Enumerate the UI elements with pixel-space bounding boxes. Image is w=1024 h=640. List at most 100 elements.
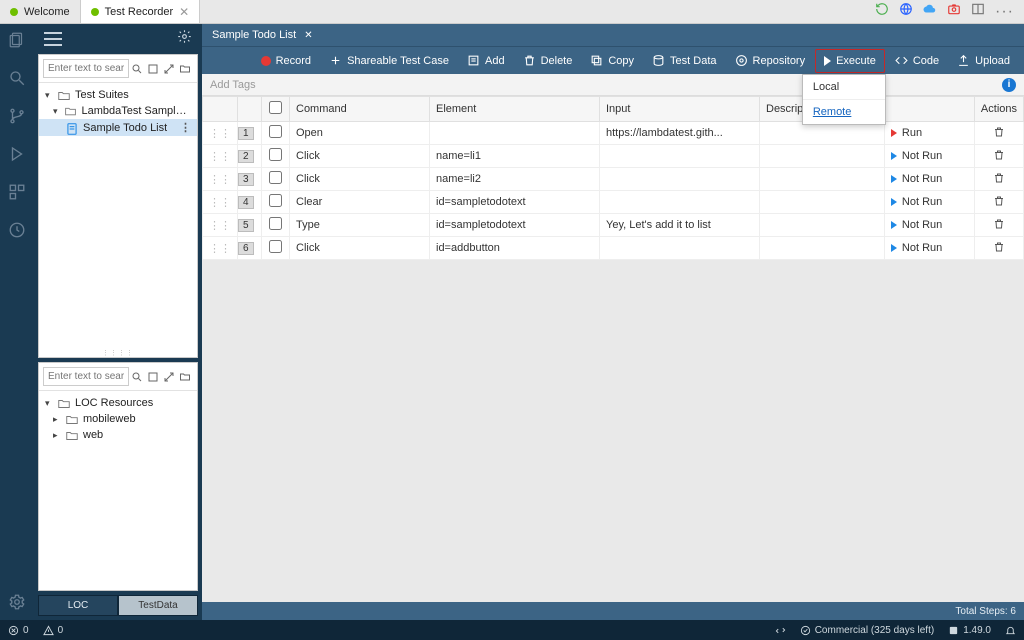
repository-button[interactable]: Repository bbox=[727, 49, 814, 72]
extensions-icon[interactable] bbox=[7, 182, 27, 202]
row-checkbox[interactable] bbox=[269, 194, 282, 207]
status-errors[interactable]: 0 bbox=[8, 625, 29, 636]
row-delete[interactable] bbox=[974, 237, 1023, 260]
col-command[interactable]: Command bbox=[290, 97, 430, 122]
resize-gripper[interactable]: ⋮⋮⋮⋮ bbox=[39, 349, 197, 357]
tree-node-sample-todo[interactable]: Sample Todo List⋮ bbox=[39, 119, 197, 136]
cell-input[interactable] bbox=[600, 168, 760, 191]
row-delete[interactable] bbox=[974, 145, 1023, 168]
row-delete[interactable] bbox=[974, 214, 1023, 237]
cell-command[interactable]: Type bbox=[290, 214, 430, 237]
close-icon[interactable]: ✕ bbox=[304, 30, 312, 41]
cell-element[interactable]: id=addbutton bbox=[430, 237, 600, 260]
row-checkbox[interactable] bbox=[269, 217, 282, 230]
cell-element[interactable]: id=sampletodotext bbox=[430, 214, 600, 237]
play-icon[interactable] bbox=[891, 152, 897, 160]
tab-welcome[interactable]: Welcome bbox=[0, 0, 81, 23]
cell-element[interactable]: name=li2 bbox=[430, 168, 600, 191]
run-icon[interactable] bbox=[7, 144, 27, 164]
resources-search-input[interactable] bbox=[43, 367, 129, 386]
tab-test-recorder[interactable]: Test Recorder ✕ bbox=[81, 0, 201, 23]
globe-icon[interactable] bbox=[899, 2, 913, 21]
tree-node-suite[interactable]: ▾LambdaTest Sample T... bbox=[39, 103, 197, 119]
row-checkbox[interactable] bbox=[269, 125, 282, 138]
play-icon[interactable] bbox=[891, 244, 897, 252]
cell-command[interactable]: Click bbox=[290, 168, 430, 191]
folder-icon[interactable] bbox=[179, 370, 193, 384]
add-button[interactable]: Add bbox=[459, 49, 513, 72]
execute-button[interactable]: Execute Local Remote bbox=[815, 49, 885, 73]
row-delete[interactable] bbox=[974, 191, 1023, 214]
status-license[interactable]: Commercial (325 days left) bbox=[800, 625, 934, 636]
drag-handle-icon[interactable]: ⋮⋮ bbox=[203, 237, 238, 260]
kebab-icon[interactable]: ⋮ bbox=[180, 121, 191, 134]
suites-search-input[interactable] bbox=[43, 59, 129, 78]
select-all-checkbox[interactable] bbox=[269, 101, 282, 114]
collapse-icon[interactable] bbox=[147, 62, 161, 76]
gear-icon[interactable] bbox=[177, 29, 192, 49]
delete-button[interactable]: Delete bbox=[515, 49, 581, 72]
collapse-icon[interactable] bbox=[147, 370, 161, 384]
shareable-button[interactable]: Shareable Test Case bbox=[321, 49, 457, 72]
code-button[interactable]: Code bbox=[887, 49, 947, 72]
cell-command[interactable]: Clear bbox=[290, 191, 430, 214]
tree-node-loc-resources[interactable]: ▾LOC Resources bbox=[39, 395, 197, 411]
row-delete[interactable] bbox=[974, 168, 1023, 191]
testdata-button[interactable]: Test Data bbox=[644, 49, 724, 72]
play-icon[interactable] bbox=[891, 221, 897, 229]
table-row[interactable]: ⋮⋮5Typeid=sampletodotextYey, Let's add i… bbox=[203, 214, 1024, 237]
table-row[interactable]: ⋮⋮2Clickname=li1Not Run bbox=[203, 145, 1024, 168]
tree-node-mobileweb[interactable]: ▸mobileweb bbox=[39, 411, 197, 427]
camera-icon[interactable] bbox=[947, 2, 961, 21]
table-row[interactable]: ⋮⋮1Openhttps://lambdatest.gith...Run bbox=[203, 122, 1024, 145]
branch-icon[interactable] bbox=[7, 106, 27, 126]
cloud-icon[interactable] bbox=[923, 2, 937, 21]
cell-input[interactable]: https://lambdatest.gith... bbox=[600, 122, 760, 145]
status-version[interactable]: 1.49.0 bbox=[948, 625, 991, 636]
row-delete[interactable] bbox=[974, 122, 1023, 145]
files-icon[interactable] bbox=[7, 30, 27, 50]
folder-icon[interactable] bbox=[179, 62, 193, 76]
upload-button[interactable]: Upload bbox=[949, 49, 1018, 72]
row-checkbox[interactable] bbox=[269, 148, 282, 161]
copy-button[interactable]: Copy bbox=[582, 49, 642, 72]
hamburger-icon[interactable] bbox=[44, 32, 62, 46]
cell-input[interactable] bbox=[600, 191, 760, 214]
cell-input[interactable] bbox=[600, 145, 760, 168]
status-warnings[interactable]: 0 bbox=[43, 625, 64, 636]
tree-node-test-suites[interactable]: ▾Test Suites bbox=[39, 87, 197, 103]
layout-icon[interactable] bbox=[971, 2, 985, 21]
history-icon[interactable] bbox=[7, 220, 27, 240]
table-row[interactable]: ⋮⋮3Clickname=li2Not Run bbox=[203, 168, 1024, 191]
drag-handle-icon[interactable]: ⋮⋮ bbox=[203, 214, 238, 237]
row-checkbox[interactable] bbox=[269, 171, 282, 184]
cell-input[interactable] bbox=[600, 237, 760, 260]
cell-element[interactable]: name=li1 bbox=[430, 145, 600, 168]
tags-row[interactable]: Add Tags i bbox=[202, 74, 1024, 96]
cell-element[interactable]: id=sampletodotext bbox=[430, 191, 600, 214]
cell-command[interactable]: Click bbox=[290, 237, 430, 260]
play-icon[interactable] bbox=[891, 175, 897, 183]
sidetab-loc[interactable]: LOC bbox=[38, 595, 118, 616]
cell-description[interactable] bbox=[760, 237, 885, 260]
cell-description[interactable] bbox=[760, 145, 885, 168]
settings-icon[interactable] bbox=[7, 592, 27, 612]
refresh-icon[interactable] bbox=[875, 2, 889, 21]
sidetab-testdata[interactable]: TestData bbox=[118, 595, 198, 616]
cell-description[interactable] bbox=[760, 168, 885, 191]
col-element[interactable]: Element bbox=[430, 97, 600, 122]
row-checkbox[interactable] bbox=[269, 240, 282, 253]
close-icon[interactable]: ✕ bbox=[179, 5, 189, 19]
drag-handle-icon[interactable]: ⋮⋮ bbox=[203, 191, 238, 214]
record-button[interactable]: Record bbox=[253, 50, 319, 72]
cell-element[interactable] bbox=[430, 122, 600, 145]
search-icon[interactable] bbox=[131, 370, 145, 384]
more-icon[interactable]: ··· bbox=[995, 3, 1014, 21]
search-icon[interactable] bbox=[131, 62, 145, 76]
expand-icon[interactable] bbox=[163, 370, 177, 384]
play-icon[interactable] bbox=[891, 198, 897, 206]
play-icon[interactable] bbox=[891, 129, 897, 137]
expand-icon[interactable] bbox=[163, 62, 177, 76]
table-row[interactable]: ⋮⋮4Clearid=sampletodotextNot Run bbox=[203, 191, 1024, 214]
status-bell[interactable] bbox=[1005, 625, 1016, 636]
